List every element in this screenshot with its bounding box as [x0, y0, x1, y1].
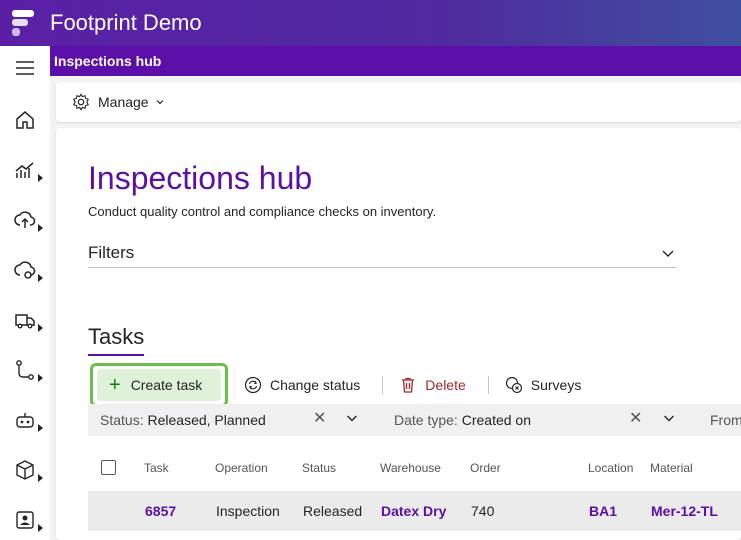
expand-caret-icon — [38, 424, 43, 432]
expand-caret-icon — [38, 274, 43, 282]
top-bar: Footprint Demo — [0, 0, 741, 46]
manage-bar: Manage — [56, 82, 741, 122]
status-cell: Released — [303, 503, 363, 519]
column-header-material[interactable]: Material — [650, 461, 693, 475]
analytics-icon — [15, 162, 34, 178]
plus-icon: + — [109, 374, 121, 396]
expand-caret-icon — [38, 524, 43, 532]
menu-icon — [16, 61, 34, 75]
page-label: Inspections hub — [54, 53, 162, 69]
expand-caret-icon — [38, 224, 43, 232]
tasks-toolbar: + Create task Change status Delete Surve… — [88, 363, 741, 407]
filters-label: Filters — [88, 242, 135, 262]
select-all-checkbox[interactable] — [101, 460, 116, 475]
date-type-filter-label: Date type: — [394, 412, 458, 428]
refresh-status-icon — [244, 376, 262, 394]
main-content: Inspections hub Conduct quality control … — [56, 128, 741, 540]
table-row[interactable]: 6857 Inspection Released Datex Dry 740 B… — [88, 491, 741, 531]
create-task-highlight: + Create task — [90, 363, 228, 407]
page-subtitle: Conduct quality control and compliance c… — [88, 204, 437, 219]
filters-expander[interactable]: Filters — [88, 238, 677, 268]
expand-caret-icon — [38, 374, 43, 382]
footprint-logo-icon — [10, 9, 38, 37]
order-cell: 740 — [471, 503, 495, 519]
status-filter-value: Released, Planned — [147, 412, 266, 428]
warehouse-link[interactable]: Datex Dry — [381, 503, 446, 519]
create-task-label: Create task — [130, 377, 203, 393]
inbound-icon — [14, 211, 36, 228]
nav-inventory[interactable] — [0, 450, 50, 490]
clear-status-filter-button[interactable]: ✕ — [313, 408, 326, 428]
expand-caret-icon — [38, 174, 43, 182]
nav-workflow[interactable] — [0, 350, 50, 390]
page-title: Inspections hub — [88, 160, 313, 196]
task-id-link[interactable]: 6857 — [145, 503, 176, 519]
manage-button[interactable]: Manage — [72, 93, 165, 111]
expand-caret-icon — [38, 474, 43, 482]
surveys-button[interactable]: Surveys — [497, 370, 590, 400]
workflow-icon — [16, 360, 34, 380]
nav-contacts[interactable] — [0, 500, 50, 540]
delete-label: Delete — [425, 377, 466, 393]
trash-icon — [402, 377, 415, 393]
chevron-down-icon[interactable] — [346, 412, 358, 424]
nav-analytics[interactable] — [0, 150, 50, 190]
date-type-filter[interactable]: Date type: Created on — [394, 412, 531, 428]
status-filter[interactable]: Status: Released, Planned — [100, 412, 266, 428]
filter-row: Status: Released, Planned ✕ Date type: C… — [88, 404, 741, 436]
manage-label: Manage — [98, 94, 149, 110]
status-filter-label: Status: — [100, 412, 144, 428]
chevron-down-icon — [156, 100, 164, 105]
operation-cell: Inspection — [216, 503, 280, 519]
inventory-icon — [16, 460, 34, 480]
column-header-operation[interactable]: Operation — [215, 461, 268, 475]
delete-button[interactable]: Delete — [391, 370, 473, 400]
toolbar-divider — [382, 376, 384, 394]
clear-date-type-filter-button[interactable]: ✕ — [629, 408, 642, 428]
change-status-button[interactable]: Change status — [236, 370, 368, 400]
location-link[interactable]: BA1 — [589, 503, 617, 519]
expand-caret-icon — [38, 324, 43, 332]
chevron-down-icon[interactable] — [663, 412, 675, 424]
app-title: Footprint Demo — [50, 10, 202, 35]
transport-icon — [15, 314, 35, 329]
surveys-icon — [505, 376, 522, 394]
tasks-heading: Tasks — [88, 324, 145, 356]
column-header-status[interactable]: Status — [302, 461, 336, 475]
toolbar-divider — [487, 376, 489, 394]
contact-card-icon — [16, 511, 34, 529]
robot-icon — [16, 413, 34, 428]
column-header-task[interactable]: Task — [144, 461, 169, 475]
nav-automation[interactable] — [0, 400, 50, 440]
table-header: Task Operation Status Warehouse Order Lo… — [88, 448, 741, 488]
nav-transport[interactable] — [0, 300, 50, 340]
column-header-location[interactable]: Location — [588, 461, 633, 475]
hamburger-menu-button[interactable] — [0, 48, 50, 88]
page-header-bar: Inspections hub — [50, 46, 741, 76]
create-task-button[interactable]: + Create task — [97, 369, 221, 401]
material-link[interactable]: Mer-12-TL — [651, 503, 718, 519]
nav-home[interactable] — [0, 100, 50, 140]
chevron-down-icon — [662, 250, 674, 257]
home-icon — [16, 111, 34, 129]
outbound-icon — [14, 261, 36, 279]
nav-outbound[interactable] — [0, 250, 50, 290]
side-nav — [0, 46, 50, 540]
column-header-order[interactable]: Order — [470, 461, 501, 475]
date-type-filter-value: Created on — [461, 412, 531, 428]
change-status-label: Change status — [270, 377, 361, 393]
gear-icon — [73, 93, 89, 111]
nav-inbound[interactable] — [0, 200, 50, 240]
column-header-warehouse[interactable]: Warehouse — [380, 461, 441, 475]
surveys-label: Surveys — [530, 377, 582, 393]
from-date-filter[interactable]: From — [710, 412, 741, 428]
